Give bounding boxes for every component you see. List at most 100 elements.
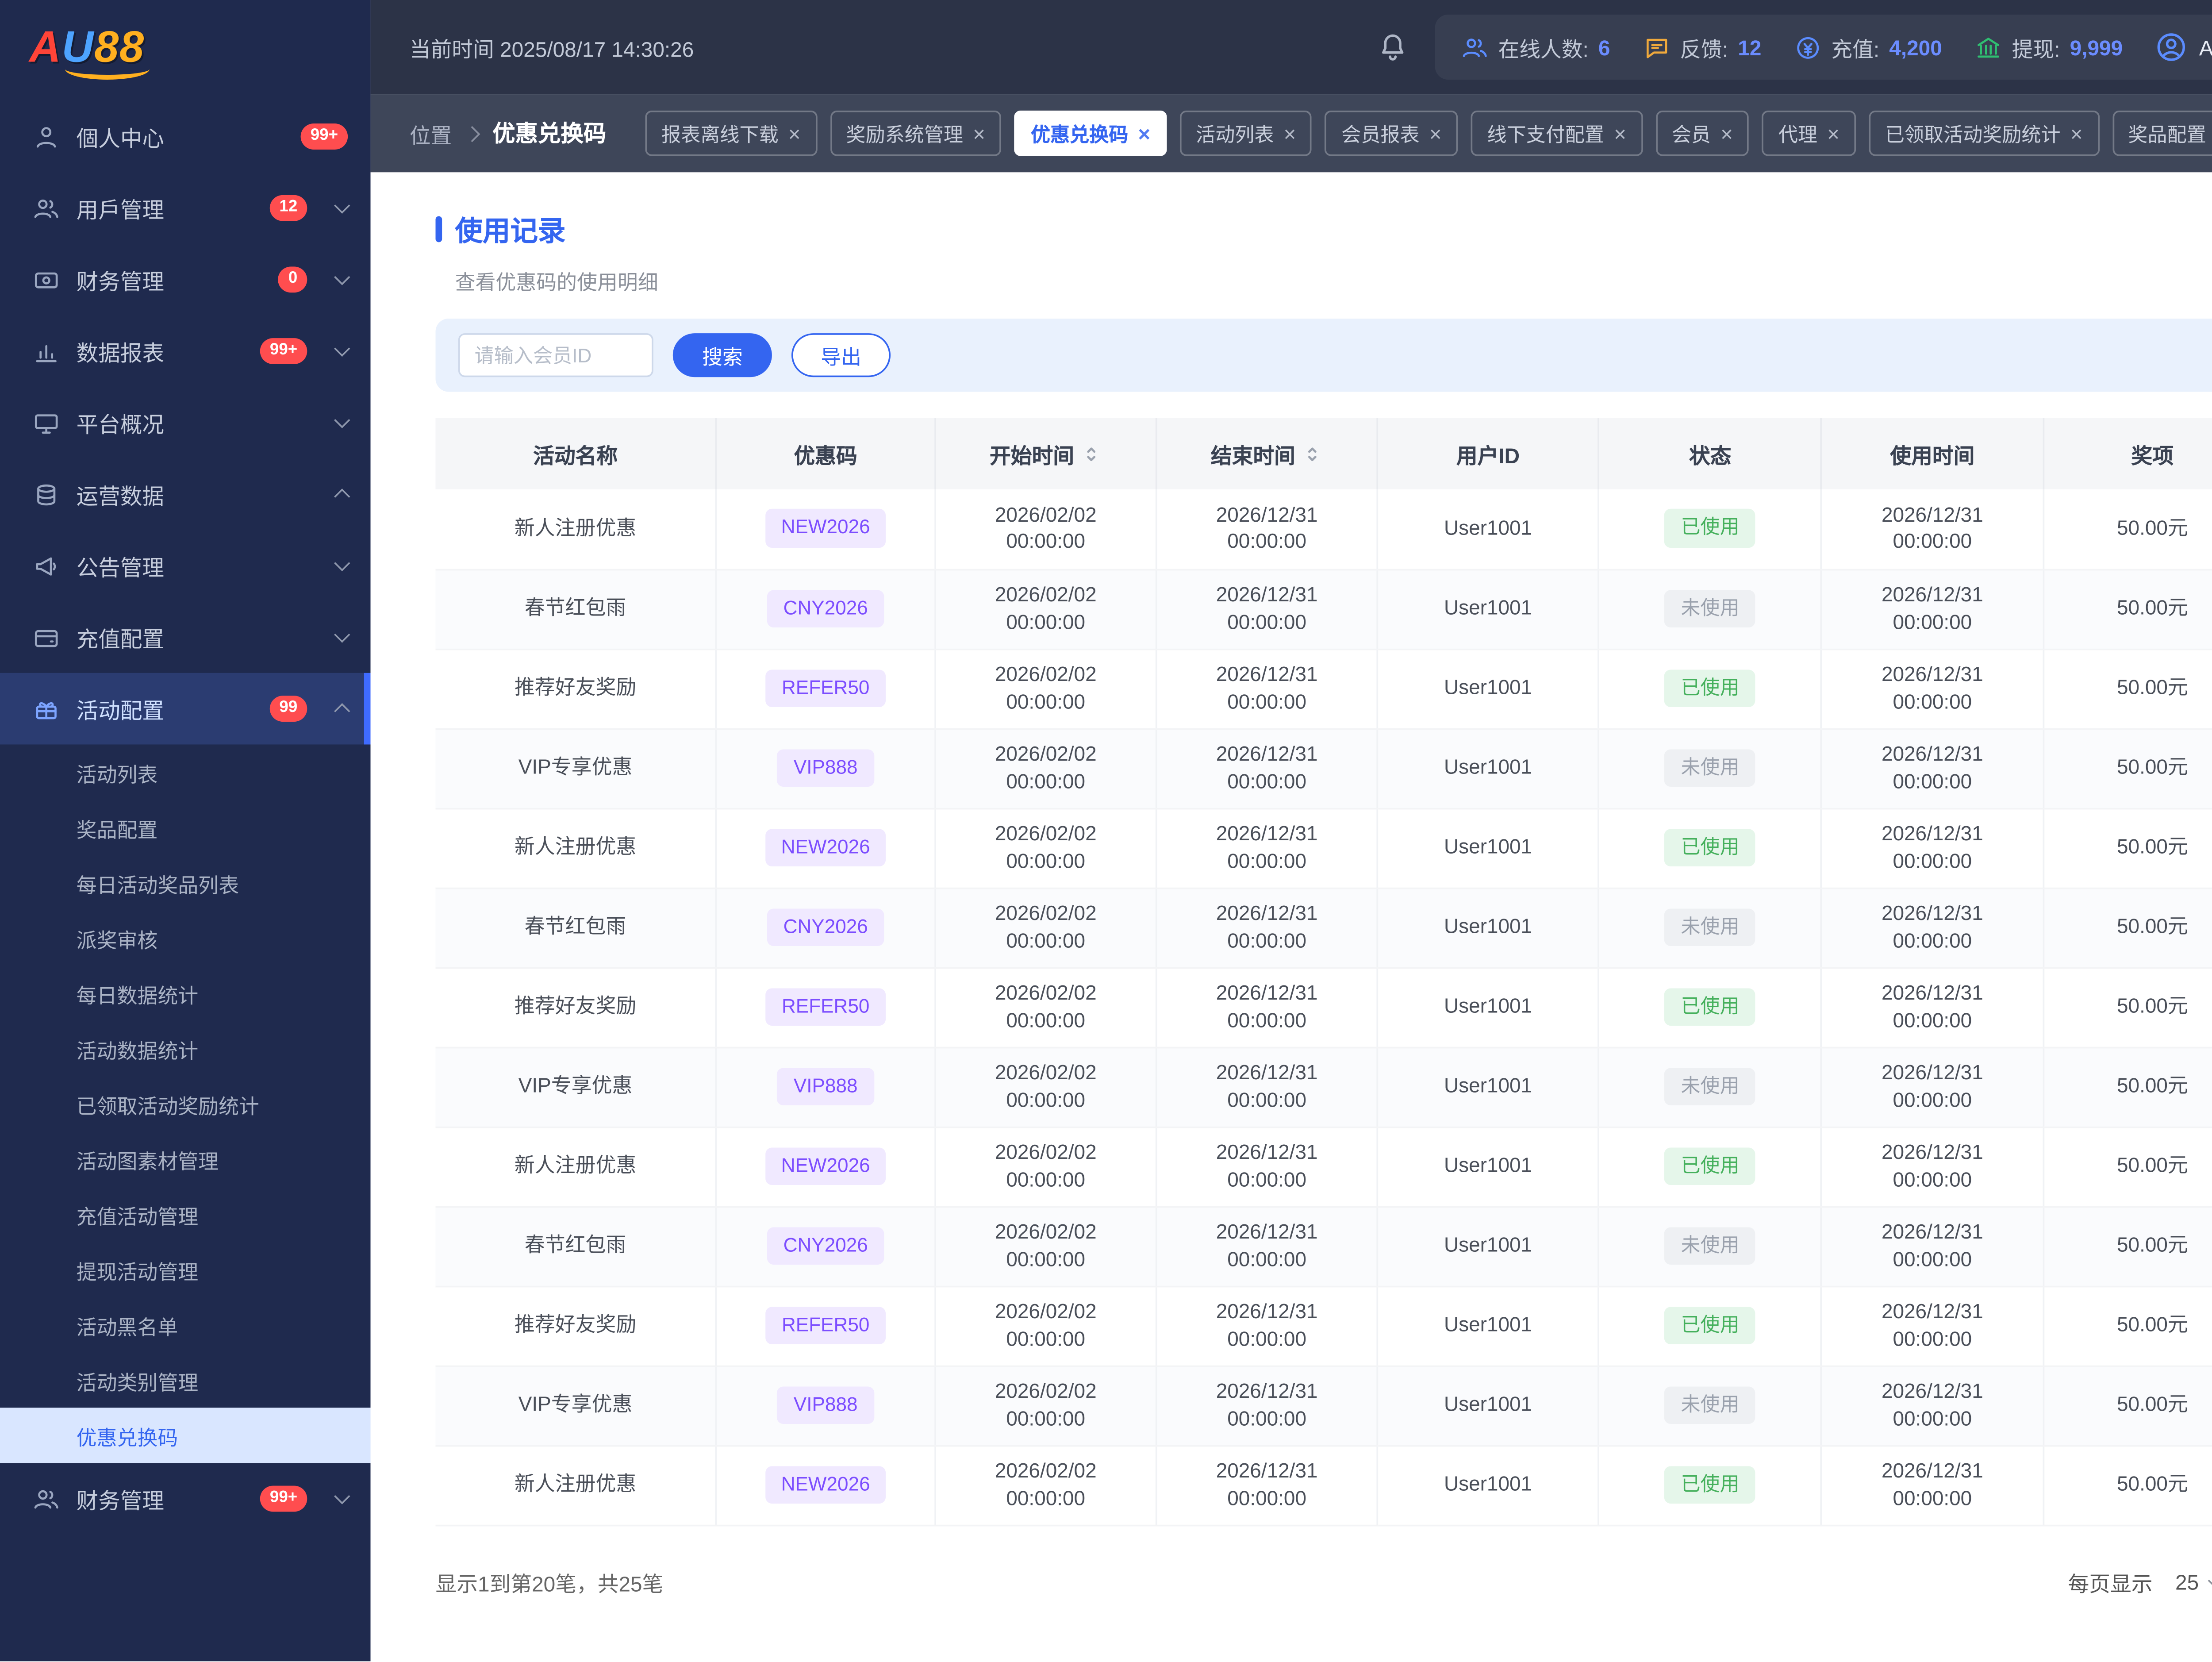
sidebar-item[interactable]: 财务管理 0 [0,244,371,315]
sidebar-item[interactable]: 活动配置 99 [0,673,371,745]
results-summary: 显示1到第20笔，共25笔 [435,1572,664,1597]
status-badge: 已使用 [1664,1147,1756,1186]
topbar: 当前时间 2025/08/17 14:30:26 在线人数: 6 反馈: 12 充值: 4… [370,0,2212,95]
sidebar-subitem[interactable]: 每日数据统计 [0,966,371,1021]
sidebar-item[interactable]: 数据报表 99+ [0,315,371,387]
status-badge: 未使用 [1664,749,1756,788]
tab-item[interactable]: 已领取活动奖励统计 [1869,110,2099,156]
member-id-input[interactable] [458,333,653,377]
activity-name-cell-td: 推荐好友奖励 [435,967,717,1048]
bell-icon[interactable] [1376,31,1409,63]
close-icon[interactable] [1138,121,1150,146]
start-time-cell-td: 2026/02/02 00:00:00 [935,489,1157,570]
sidebar-item[interactable]: 充值配置 [0,601,371,673]
notification-badge: 99+ [260,338,307,364]
user-menu[interactable]: Amil123... [2155,31,2212,63]
start-time-cell-td: 2026/02/02 00:00:00 [935,569,1157,650]
sidebar-item-label: 数据报表 [76,341,165,366]
notification-badge: 99+ [260,1485,307,1512]
tab-item[interactable]: 会员 [1655,110,1749,156]
status-badge: 未使用 [1664,589,1756,628]
username: Amil123... [2199,35,2212,60]
sidebar-subitem[interactable]: 奖品配置 [0,800,371,855]
sort-icon[interactable] [1302,443,1323,464]
sidebar-subitem[interactable]: 充值活动管理 [0,1187,371,1242]
sidebar-subitem[interactable]: 活动黑名单 [0,1297,371,1352]
notification-badge: 99 [269,696,307,722]
chevron-down-icon [334,627,350,643]
prize-cell-td: 50.00元 [2043,569,2212,650]
close-icon[interactable] [1614,121,1626,146]
topbar-stat: 在线人数: 6 [1461,32,1610,63]
used-time-cell-td: 2026/12/31 00:00:00 [1821,489,2044,570]
tab-item[interactable]: 代理 [1762,110,1856,156]
user-id-cell-td: User1001 [1377,489,1600,570]
tab-item[interactable]: 报表离线下载 [645,110,817,156]
recharge-icon [1794,33,1821,61]
sidebar-subitem[interactable]: 已领取活动奖励统计 [0,1076,371,1131]
sort-icon[interactable] [1081,443,1102,464]
tab-list: 报表离线下载 奖励系统管理 优惠兑换码 活动列表 会员报表 线下支付配置 会员 代理 已领取活动… [645,110,2212,156]
export-button[interactable]: 导出 [791,333,891,377]
sidebar-subitem[interactable]: 活动类别管理 [0,1352,371,1408]
close-icon[interactable] [1429,121,1442,146]
table-row: 新人注册优惠 NEW2026 2026/02/02 00:00:00 2026/12/… [435,1126,2212,1207]
status-badge: 已使用 [1664,509,1756,548]
notification-badge: 0 [278,266,307,293]
sidebar-item[interactable]: 個人中心 99+ [0,101,371,173]
column-header: 用户ID [1377,418,1600,489]
column-header: 活动名称 [435,418,717,489]
tab-label: 优惠兑换码 [1030,123,1129,146]
sidebar-subitem[interactable]: 活动图素材管理 [0,1131,371,1187]
sidebar-item[interactable]: 用戶管理 12 [0,172,371,244]
column-header: 使用时间 [1821,418,2044,489]
tab-item[interactable]: 线下支付配置 [1471,110,1643,156]
tab-label: 线下支付配置 [1487,123,1605,146]
close-icon[interactable] [788,121,801,146]
tab-item[interactable]: 活动列表 [1179,110,1313,156]
current-time: 当前时间 2025/08/17 14:30:26 [410,32,694,63]
sidebar-subitem[interactable]: 派奖审核 [0,910,371,966]
activity-name-cell-td: VIP专享优惠 [435,1365,717,1446]
sidebar-item-label: 财务管理 [76,1489,165,1514]
sidebar-item[interactable]: 财务管理 99+ [0,1463,371,1535]
sidebar-subitem[interactable]: 提现活动管理 [0,1242,371,1297]
sidebar-item[interactable]: 运营数据 [0,458,371,530]
sidebar-item[interactable]: 公告管理 [0,530,371,602]
user-id-cell-td: User1001 [1377,1046,1600,1127]
table-row: 推荐好友奖励 REFER50 2026/02/02 00:00:00 2026/12/… [435,648,2212,729]
used-time-cell-td: 2026/12/31 00:00:00 [1821,967,2044,1048]
per-page-select[interactable]: 25 [2175,1570,2212,1595]
tab-item[interactable]: 奖励系统管理 [830,110,1002,156]
prize-cell-td: 50.00元 [2043,1365,2212,1446]
tabbar: 位置 优惠兑换码 报表离线下载 奖励系统管理 优惠兑换码 活动列表 会员报表 线下支付配置… [370,94,2212,173]
used-time-cell-td: 2026/12/31 00:00:00 [1821,887,2044,968]
sidebar-item[interactable]: 平台概况 [0,387,371,458]
sidebar-subitem[interactable]: 每日活动奖品列表 [0,855,371,910]
activity-name-cell-td: 新人注册优惠 [435,1126,717,1207]
table-row: 推荐好友奖励 REFER50 2026/02/02 00:00:00 2026/12/… [435,1285,2212,1366]
close-icon[interactable] [973,121,985,146]
user-id-cell-td: User1001 [1377,808,1600,889]
table-row: 新人注册优惠 NEW2026 2026/02/02 00:00:00 2026/12/… [435,489,2212,570]
close-icon[interactable] [2070,121,2083,146]
tab-item[interactable]: 优惠兑换码 [1014,110,1167,156]
tab-item[interactable]: 奖品配置 [2112,110,2212,156]
tab-item[interactable]: 会员报表 [1325,110,1458,156]
end-time-cell-td: 2026/12/31 00:00:00 [1156,569,1379,650]
close-icon[interactable] [1284,121,1296,146]
sidebar-subitem[interactable]: 活动列表 [0,744,371,800]
user-id-cell-td: User1001 [1377,1365,1600,1446]
start-time-cell-td: 2026/02/02 00:00:00 [935,808,1157,889]
sidebar-subitem[interactable]: 优惠兑换码 [0,1408,371,1463]
coupon-code-badge: VIP888 [777,1386,874,1425]
sidebar-subitem[interactable]: 活动数据统计 [0,1021,371,1076]
coupon-code-badge: VIP888 [777,1067,874,1106]
title-accent-bar [435,215,442,242]
search-button[interactable]: 搜索 [672,333,772,377]
sidebar-item-label: 活动配置 [76,699,165,723]
close-icon[interactable] [1827,121,1839,146]
start-time-cell-td: 2026/02/02 00:00:00 [935,648,1157,729]
close-icon[interactable] [1720,121,1733,146]
used-time-cell-td: 2026/12/31 00:00:00 [1821,1126,2044,1207]
